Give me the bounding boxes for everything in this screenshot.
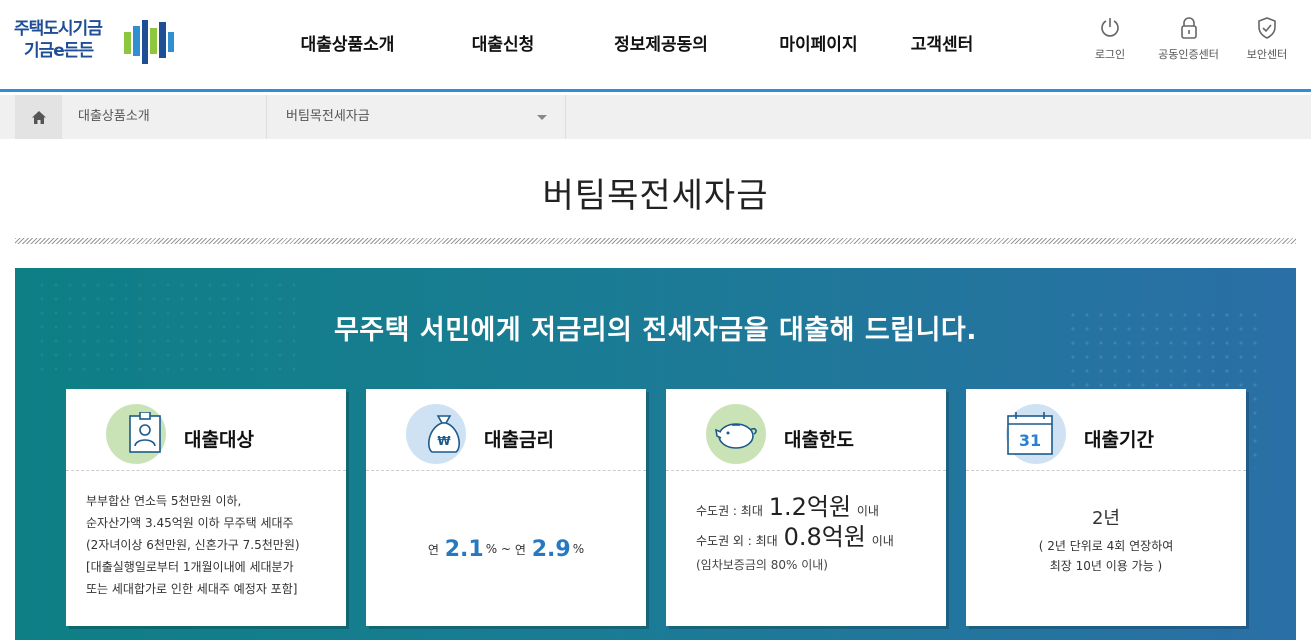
limit-row1-value: 1.2억원: [768, 493, 852, 521]
cert-center-label: 공동인증센터: [1158, 48, 1219, 61]
target-line-4: [대출실행일로부터 1개월이내에 세대분가: [86, 560, 294, 574]
product-summary-banner: 무주택 서민에게 저금리의 전세자금을 대출해 드립니다. 대출대상 부부합산 …: [15, 268, 1296, 640]
rate-prefix: 연: [427, 542, 439, 557]
limit-row2-suffix: 이내: [871, 534, 894, 548]
card-body: 2년 ( 2년 단위로 4회 연장하여 최장 10년 이용 가능 ): [966, 472, 1246, 626]
card-head: 대출대상: [66, 389, 346, 471]
card-icon-bg: ₩: [406, 404, 466, 464]
home-icon: [31, 110, 46, 124]
rate-prefix-2: 연: [514, 542, 526, 557]
calendar-day: 31: [1019, 431, 1041, 450]
login-button[interactable]: 로그인: [1074, 16, 1146, 62]
utility-menu: 로그인 공동인증센터 보안센터: [1074, 16, 1303, 62]
nav-info-consent[interactable]: 정보제공동의: [571, 30, 751, 55]
power-icon: [1101, 18, 1119, 37]
card-loan-period: 31 대출기간 2년 ( 2년 단위로 4회 연장하여 최장 10년 이용 가능…: [966, 389, 1246, 626]
breadcrumb-level2-label: 버팀목전세자금: [286, 109, 370, 124]
nav-customer-center[interactable]: 고객센터: [886, 30, 998, 55]
limit-row2-label: 수도권 외 : 최대: [696, 534, 778, 548]
rate-pct-2: %: [572, 542, 585, 556]
card-icon-bg: 31: [1006, 404, 1066, 464]
site-logo[interactable]: 주택도시기금 기금e든든: [14, 18, 184, 68]
id-card-icon: [129, 412, 161, 453]
limit-row2-value: 0.8억원: [783, 523, 866, 551]
lock-icon: [1180, 17, 1197, 39]
card-icon-bg: [706, 404, 766, 464]
page-title: 버팀목전세자금: [542, 176, 769, 216]
limit-row1-suffix: 이내: [856, 504, 879, 518]
card-loan-limit: 대출한도 수도권 : 최대 1.2억원 이내 수도권 외 : 최대 0.8억원 …: [666, 389, 946, 626]
card-title: 대출기간: [1084, 429, 1154, 451]
nav-loan-apply[interactable]: 대출신청: [435, 30, 571, 55]
nav-loan-products[interactable]: 대출상품소개: [260, 30, 435, 55]
rate-pct-1: %: [485, 542, 498, 556]
breadcrumb-level1[interactable]: 대출상품소개: [62, 95, 267, 139]
period-note-2: 최장 10년 이용 가능 ): [1049, 559, 1163, 573]
svg-text:₩: ₩: [437, 434, 451, 448]
logo-text: 주택도시기금 기금e든든: [14, 18, 103, 62]
security-center-label: 보안센터: [1246, 48, 1288, 61]
logo-line1: 주택도시기금: [14, 19, 103, 39]
limit-note: (임차보증금의 80% 이내): [696, 558, 828, 572]
target-line-1: 부부합산 연소득 5천만원 이하,: [86, 494, 242, 508]
rate-min: 2.1: [444, 536, 484, 562]
breadcrumb-level2-select[interactable]: 버팀목전세자금: [268, 95, 566, 139]
card-head: 31 대출기간: [966, 389, 1246, 471]
limit-row1-label: 수도권 : 최대: [696, 504, 763, 518]
target-line-3: (2자녀이상 6천만원, 신혼가구 7.5천만원): [86, 538, 300, 552]
piggy-bank-icon: [714, 423, 757, 449]
period-note-1: ( 2년 단위로 4회 연장하여: [1038, 539, 1174, 553]
nav-mypage[interactable]: 마이페이지: [751, 30, 886, 55]
logo-line2: 기금e든든: [24, 41, 94, 61]
calendar-icon: 31: [1007, 412, 1053, 455]
target-line-2: 순자산가액 3.45억원 이하 무주택 세대주: [86, 516, 294, 530]
banner-headline: 무주택 서민에게 저금리의 전세자금을 대출해 드립니다.: [333, 315, 978, 346]
card-body: 연 2.1 % ~ 연 2.9 %: [366, 472, 646, 626]
chevron-down-icon: [537, 115, 547, 120]
card-title: 대출한도: [784, 429, 854, 451]
login-label: 로그인: [1094, 48, 1126, 61]
card-title: 대출대상: [184, 429, 254, 451]
card-icon-bg: [106, 404, 166, 464]
card-title: 대출금리: [484, 429, 554, 451]
limit-row-capital: 수도권 : 최대 1.2억원 이내: [696, 495, 946, 520]
cert-center-button[interactable]: 공동인증센터: [1146, 16, 1231, 62]
limit-row-noncapital: 수도권 외 : 최대 0.8억원 이내: [696, 525, 946, 550]
card-loan-rate: ₩ 대출금리 연 2.1 % ~ 연 2.9 %: [366, 389, 646, 626]
card-body: 부부합산 연소득 5천만원 이하, 순자산가액 3.45억원 이하 무주택 세대…: [66, 472, 346, 626]
money-bag-icon: ₩: [428, 415, 460, 453]
home-button[interactable]: [15, 95, 62, 139]
breadcrumb: 대출상품소개 버팀목전세자금: [0, 95, 1311, 139]
hatched-divider: [15, 238, 1296, 244]
card-loan-target: 대출대상 부부합산 연소득 5천만원 이하, 순자산가액 3.45억원 이하 무…: [66, 389, 346, 626]
period-years: 2년: [1091, 508, 1120, 529]
target-line-5: 또는 세대합가로 인한 세대주 예정자 포함]: [86, 582, 298, 596]
card-head: ₩ 대출금리: [366, 389, 646, 471]
rate-tilde: ~: [500, 542, 512, 556]
rate-max: 2.9: [531, 536, 571, 562]
logo-bars-icon: [124, 20, 174, 64]
security-center-button[interactable]: 보안센터: [1231, 16, 1303, 62]
card-head: 대출한도: [666, 389, 946, 471]
main-nav: 대출상품소개 대출신청 정보제공동의 마이페이지 고객센터: [260, 30, 998, 55]
shield-icon: [1258, 17, 1276, 39]
card-body: 수도권 : 최대 1.2억원 이내 수도권 외 : 최대 0.8억원 이내 (임…: [666, 472, 946, 626]
site-header: 주택도시기금 기금e든든 대출상품소개 대출신청 정보제공동의 마이페이지 고객…: [0, 0, 1311, 92]
